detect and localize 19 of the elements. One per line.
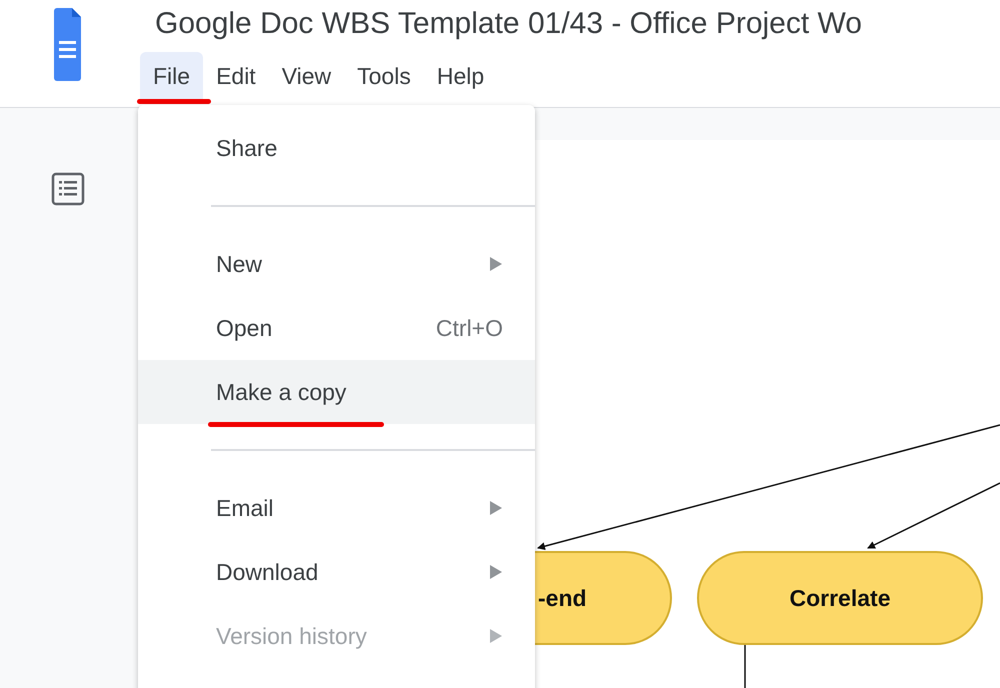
submenu-arrow-icon (489, 501, 503, 515)
menu-item[interactable]: New (138, 232, 535, 296)
diagram-node: Correlate (697, 551, 983, 645)
document-icon (54, 8, 81, 81)
menu-tab[interactable]: View (268, 52, 344, 100)
menu-item[interactable]: Email (138, 476, 535, 540)
submenu-arrow-icon (489, 257, 503, 271)
document-title: Google Doc WBS Template 01/43 - Office Project Wo (155, 6, 862, 42)
menu-tab[interactable]: Tools (344, 52, 424, 100)
menu-item[interactable]: Share (138, 116, 535, 180)
submenu-arrow-icon (489, 629, 503, 643)
menu-item[interactable]: Open Ctrl+O (138, 296, 535, 360)
menu-tab[interactable]: File (140, 52, 204, 100)
connector-line (744, 645, 746, 688)
submenu-arrow-icon (489, 565, 503, 579)
menu-tab[interactable]: Help (424, 52, 498, 100)
menu-tab[interactable]: Edit (203, 52, 269, 100)
menu-item[interactable]: Make a copy (138, 360, 535, 424)
outline-icon[interactable] (50, 171, 86, 207)
